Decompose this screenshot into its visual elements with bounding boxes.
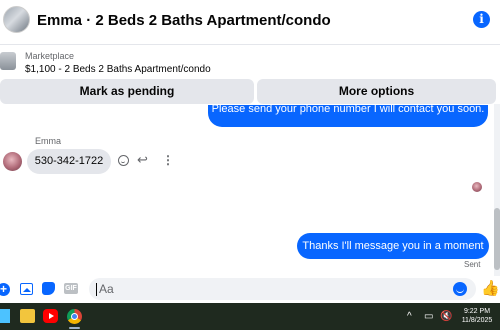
start-icon[interactable] — [0, 309, 10, 323]
gif-icon[interactable]: GIF — [64, 283, 78, 294]
message-thread: Please send your phone number I will con… — [0, 104, 500, 276]
react-smile-icon[interactable] — [118, 155, 129, 166]
seen-indicator-avatar — [472, 182, 482, 192]
outgoing-message-bubble[interactable]: Thanks I'll message you in a moment — [297, 233, 489, 259]
message-input[interactable] — [89, 278, 476, 300]
active-app-indicator — [69, 327, 80, 329]
more-actions-icon[interactable]: ⋮ — [162, 153, 174, 167]
clock-time: 9:22 PM — [463, 308, 491, 315]
sender-avatar[interactable] — [3, 152, 22, 171]
sender-name: Emma — [35, 136, 62, 146]
thumbs-up-icon[interactable]: 👍 — [481, 281, 500, 297]
network-icon[interactable]: ▭ — [424, 311, 433, 322]
taskbar-clock[interactable]: 9:22 PM 11/8/2025 — [457, 307, 497, 325]
emoji-icon[interactable] — [453, 282, 467, 296]
volume-muted-icon[interactable]: 🔇 — [440, 311, 452, 322]
mark-as-pending-button[interactable]: Mark as pending — [0, 79, 254, 104]
photo-icon[interactable] — [20, 283, 33, 295]
incoming-message-bubble[interactable]: 530-342-1722 — [27, 149, 111, 174]
listing-thumbnail[interactable] — [0, 52, 16, 70]
info-icon[interactable]: i — [473, 11, 490, 28]
outgoing-message-bubble[interactable]: Please send your phone number I will con… — [208, 105, 488, 127]
reply-icon[interactable]: ↩ — [137, 153, 148, 167]
conversation-title[interactable]: Emma · 2 Beds 2 Baths Apartment/condo — [37, 12, 331, 29]
youtube-icon[interactable] — [43, 309, 58, 323]
message-status: Sent — [464, 260, 481, 269]
marketplace-label: Marketplace — [25, 51, 75, 61]
chrome-icon[interactable] — [67, 309, 82, 324]
text-cursor — [96, 283, 97, 296]
clock-date: 11/8/2025 — [461, 317, 493, 324]
chat-scrollbar-thumb[interactable] — [494, 208, 500, 270]
file-explorer-icon[interactable] — [20, 309, 35, 323]
listing-avatar[interactable] — [3, 6, 30, 33]
more-options-button[interactable]: More options — [257, 79, 496, 104]
listing-title[interactable]: $1,100 - 2 Beds 2 Baths Apartment/condo — [25, 64, 211, 75]
tray-expand-icon[interactable]: ^ — [407, 311, 412, 322]
